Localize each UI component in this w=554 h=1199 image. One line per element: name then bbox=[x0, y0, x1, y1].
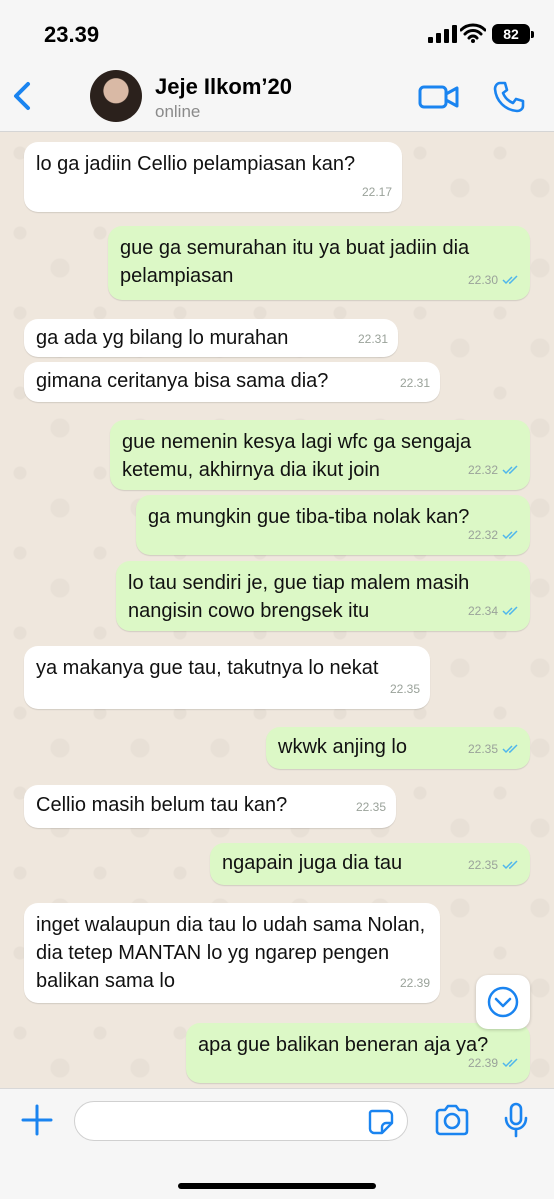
battery-level: 82 bbox=[503, 26, 519, 42]
message-bubble-incoming[interactable]: ga ada yg bilang lo murahan 22.31 bbox=[24, 319, 398, 357]
message-meta: 22.39 bbox=[400, 969, 430, 997]
read-receipt-icon bbox=[502, 465, 518, 475]
message-list[interactable]: lo ga jadiin Cellio pelampiasan kan? 22.… bbox=[0, 133, 554, 1088]
back-icon[interactable] bbox=[8, 76, 38, 116]
plus-icon[interactable] bbox=[20, 1103, 54, 1137]
input-bar bbox=[0, 1088, 554, 1199]
message-time: 22.30 bbox=[467, 273, 498, 287]
message-meta: 22.35 bbox=[356, 793, 386, 821]
message-time: 22.34 bbox=[467, 604, 498, 618]
contact-name[interactable]: Jeje Ilkom’20 bbox=[155, 74, 292, 100]
message-time: 22.35 bbox=[355, 800, 386, 814]
signal-icon bbox=[428, 25, 457, 43]
wifi-icon bbox=[460, 23, 486, 43]
message-meta: 22.32 bbox=[468, 456, 520, 484]
message-bubble-outgoing[interactable]: ngapain juga dia tau 22.35 bbox=[210, 843, 530, 885]
message-text: lo tau sendiri je, gue tiap malem masih … bbox=[128, 572, 470, 622]
message-text: ya makanya gue tau, takutnya lo nekat bbox=[36, 657, 379, 679]
message-meta: 22.31 bbox=[400, 369, 430, 397]
message-meta: 22.35 bbox=[390, 675, 420, 703]
battery-indicator: 82 bbox=[492, 24, 534, 44]
message-bubble-incoming[interactable]: lo ga jadiin Cellio pelampiasan kan? 22.… bbox=[24, 142, 402, 212]
message-time: 22.39 bbox=[399, 976, 430, 990]
microphone-icon[interactable] bbox=[503, 1102, 529, 1138]
message-text: lo ga jadiin Cellio pelampiasan kan? bbox=[36, 153, 356, 175]
message-bubble-outgoing[interactable]: apa gue balikan beneran aja ya? 22.39 bbox=[186, 1023, 530, 1083]
contact-status: online bbox=[155, 102, 201, 121]
read-receipt-icon bbox=[502, 860, 518, 870]
message-time: 22.17 bbox=[361, 185, 392, 199]
message-bubble-incoming[interactable]: gimana ceritanya bisa sama dia? 22.31 bbox=[24, 362, 440, 402]
message-time: 22.32 bbox=[467, 463, 498, 477]
message-time: 22.35 bbox=[467, 858, 498, 872]
voice-call-icon[interactable] bbox=[492, 80, 526, 114]
chat-header: Jeje Ilkom’20 online bbox=[0, 62, 554, 132]
read-receipt-icon bbox=[502, 606, 518, 616]
message-text: gue ga semurahan itu ya buat jadiin dia … bbox=[120, 237, 470, 287]
scroll-down-icon bbox=[487, 986, 519, 1018]
message-bubble-incoming[interactable]: inget walaupun dia tau lo udah sama Nola… bbox=[24, 903, 440, 1003]
message-bubble-incoming[interactable]: Cellio masih belum tau kan? 22.35 bbox=[24, 785, 396, 828]
message-meta: 22.39 bbox=[468, 1049, 520, 1077]
message-bubble-incoming[interactable]: ya makanya gue tau, takutnya lo nekat 22… bbox=[24, 646, 430, 709]
message-text: gimana ceritanya bisa sama dia? bbox=[36, 370, 329, 392]
message-bubble-outgoing[interactable]: gue ga semurahan itu ya buat jadiin dia … bbox=[108, 226, 530, 300]
message-text: Cellio masih belum tau kan? bbox=[36, 794, 288, 816]
message-time: 22.35 bbox=[467, 742, 498, 756]
message-text: gue nemenin kesya lagi wfc ga sengaja ke… bbox=[122, 431, 472, 481]
message-meta: 22.34 bbox=[468, 597, 520, 625]
message-meta: 22.35 bbox=[468, 735, 520, 763]
message-bubble-outgoing[interactable]: lo tau sendiri je, gue tiap malem masih … bbox=[116, 561, 530, 631]
home-indicator bbox=[178, 1183, 376, 1189]
message-input[interactable] bbox=[74, 1101, 408, 1141]
message-text: ga ada yg bilang lo murahan bbox=[36, 327, 289, 349]
status-bar: 23.39 82 bbox=[0, 0, 554, 62]
message-text: ga mungkin gue tiba-tiba nolak kan? bbox=[148, 506, 470, 528]
camera-icon[interactable] bbox=[434, 1104, 470, 1136]
message-time: 22.35 bbox=[389, 682, 420, 696]
read-receipt-icon bbox=[502, 275, 518, 285]
message-meta: 22.35 bbox=[468, 851, 520, 879]
message-bubble-outgoing[interactable]: wkwk anjing lo 22.35 bbox=[266, 727, 530, 769]
message-bubble-outgoing[interactable]: gue nemenin kesya lagi wfc ga sengaja ke… bbox=[110, 420, 530, 490]
message-text: inget walaupun dia tau lo udah sama Nola… bbox=[36, 914, 426, 992]
sticker-icon[interactable] bbox=[368, 1109, 394, 1135]
read-receipt-icon bbox=[502, 1058, 518, 1068]
message-time: 22.31 bbox=[357, 332, 388, 346]
message-meta: 22.30 bbox=[468, 266, 520, 294]
message-time: 22.39 bbox=[467, 1056, 498, 1070]
message-time: 22.32 bbox=[467, 528, 498, 542]
avatar[interactable] bbox=[90, 70, 142, 122]
message-time: 22.31 bbox=[399, 376, 430, 390]
message-meta: 22.32 bbox=[468, 521, 520, 549]
scroll-down-button[interactable] bbox=[476, 975, 530, 1029]
message-bubble-outgoing[interactable]: ga mungkin gue tiba-tiba nolak kan? 22.3… bbox=[136, 495, 530, 555]
message-meta: 22.31 bbox=[358, 325, 388, 353]
read-receipt-icon bbox=[502, 744, 518, 754]
read-receipt-icon bbox=[502, 530, 518, 540]
video-call-icon[interactable] bbox=[418, 82, 460, 112]
message-meta: 22.17 bbox=[362, 178, 392, 206]
status-time: 23.39 bbox=[44, 22, 100, 47]
